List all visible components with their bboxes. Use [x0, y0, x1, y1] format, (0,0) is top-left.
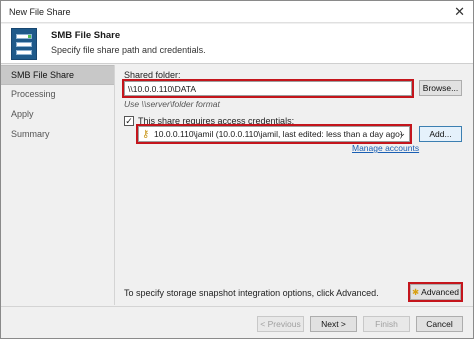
manage-accounts-link[interactable]: Manage accounts: [352, 143, 419, 153]
add-credentials-button[interactable]: Add...: [419, 126, 462, 142]
shared-folder-input[interactable]: \\10.0.0.110\DATA: [122, 79, 414, 98]
server-icon: [11, 28, 37, 60]
step-processing[interactable]: Processing: [1, 85, 114, 105]
key-icon: ⚷: [142, 129, 150, 140]
chevron-down-icon: ⌄: [398, 128, 406, 138]
page-subtitle: Specify file share path and credentials.: [51, 45, 206, 55]
wizard-content: Shared folder: \\10.0.0.110\DATA Browse.…: [116, 65, 468, 305]
path-format-hint: Use \\server\folder format: [124, 99, 220, 109]
previous-button[interactable]: < Previous: [257, 316, 304, 332]
credentials-checkbox-label: This share requires access credentials:: [138, 116, 295, 126]
credentials-select[interactable]: ⚷ 10.0.0.110\jamil (10.0.0.110\jamil, las…: [136, 124, 412, 144]
credentials-checkbox[interactable]: ✓: [124, 116, 134, 126]
finish-button[interactable]: Finish: [363, 316, 410, 332]
settings-icon: ✱: [412, 287, 420, 297]
shared-folder-label: Shared folder:: [124, 70, 181, 80]
advanced-label: Advanced: [421, 287, 459, 297]
browse-button[interactable]: Browse...: [419, 80, 462, 96]
step-summary[interactable]: Summary: [1, 125, 114, 145]
advanced-button[interactable]: ✱ Advanced: [408, 282, 463, 302]
step-smb-file-share[interactable]: SMB File Share: [1, 65, 114, 85]
step-apply[interactable]: Apply: [1, 105, 114, 125]
wizard-footer: < Previous Next > Finish Cancel: [1, 306, 473, 338]
snapshot-info-text: To specify storage snapshot integration …: [124, 288, 379, 298]
close-icon[interactable]: ✕: [454, 5, 465, 18]
page-title: SMB File Share: [51, 30, 121, 41]
title-bar: New File Share ✕: [1, 1, 473, 23]
cancel-button[interactable]: Cancel: [416, 316, 463, 332]
scrollbar[interactable]: [467, 65, 473, 305]
window-title: New File Share: [9, 7, 71, 17]
credentials-value: 10.0.0.110\jamil (10.0.0.110\jamil, last…: [154, 129, 403, 139]
new-file-share-dialog: New File Share ✕ SMB File Share Specify …: [0, 0, 474, 339]
next-button[interactable]: Next >: [310, 316, 357, 332]
wizard-steps: SMB File Share Processing Apply Summary: [1, 65, 115, 305]
wizard-header: SMB File Share Specify file share path a…: [1, 24, 473, 64]
